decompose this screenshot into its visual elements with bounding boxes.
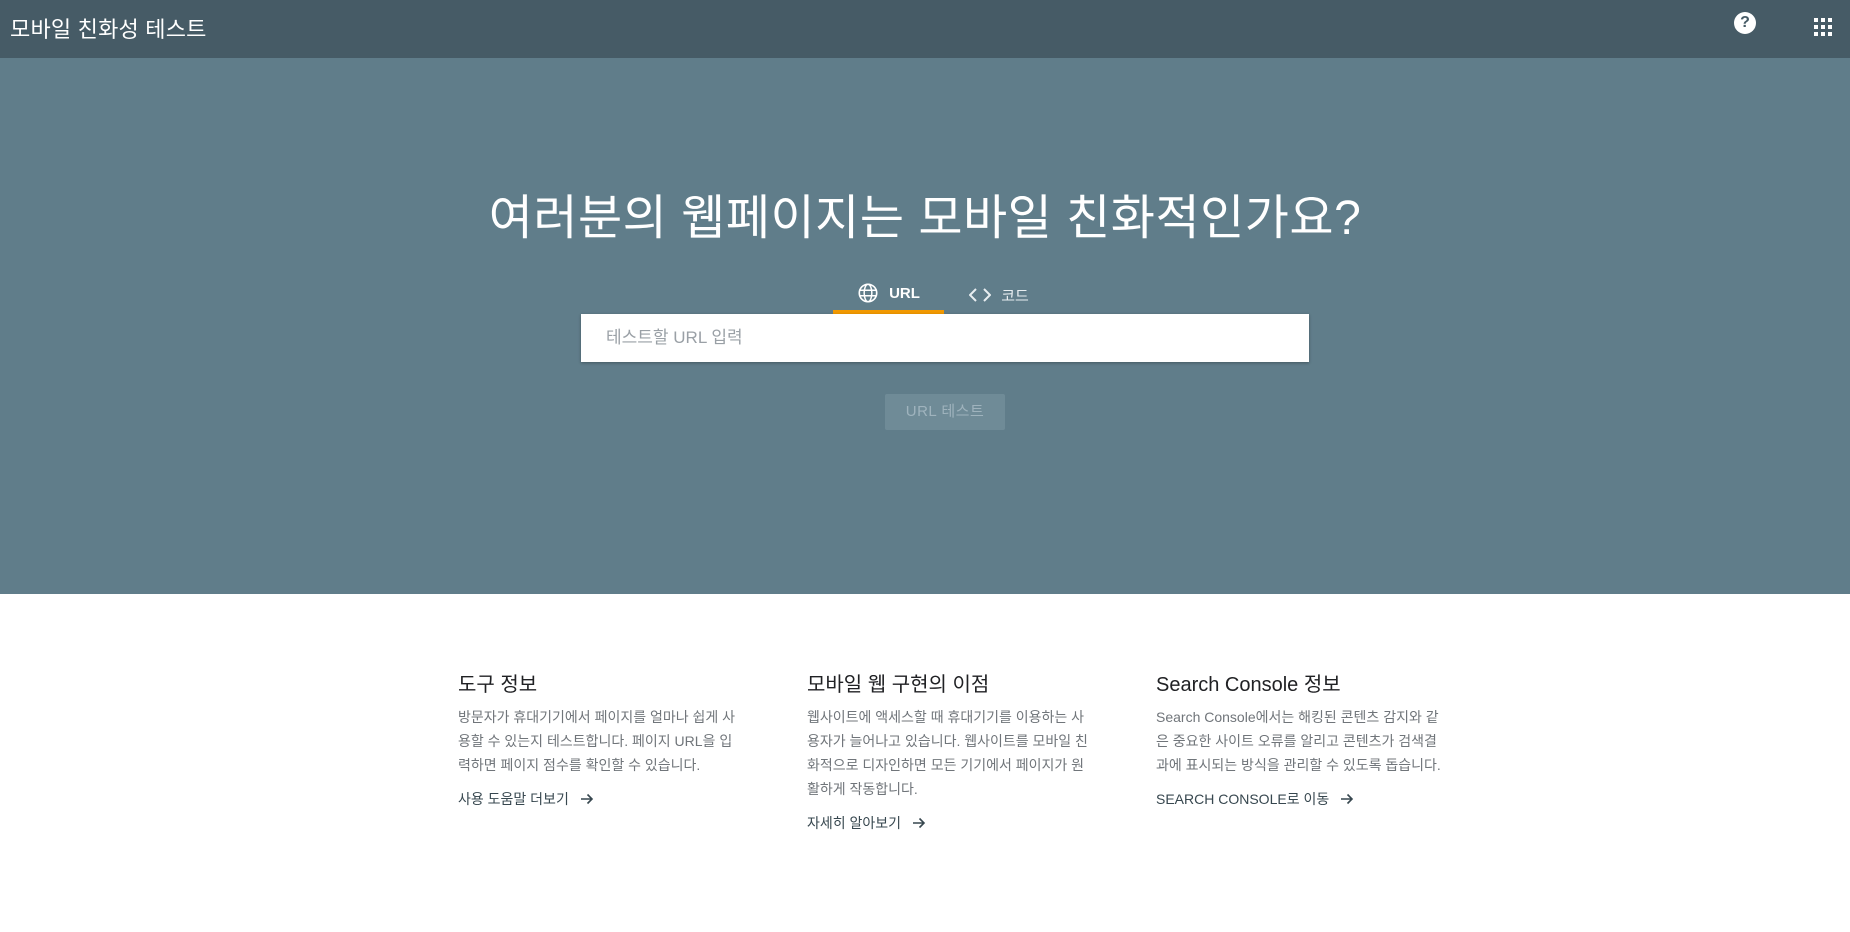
learn-more-link[interactable]: 자세히 알아보기 [807, 813, 927, 833]
info-card-search-console: Search Console 정보 Search Console에서는 해킹된 … [1156, 668, 1441, 809]
info-card-title: Search Console 정보 [1156, 674, 1341, 696]
code-icon [969, 287, 992, 303]
url-input-container [581, 314, 1309, 362]
apps-button[interactable] [1814, 18, 1832, 36]
url-input[interactable] [581, 314, 1309, 362]
tab-url-label: URL [889, 284, 920, 302]
help-icon: ? [1740, 14, 1750, 31]
top-app-bar: 모바일 친화성 테스트 ? [0, 0, 1850, 58]
input-mode-tabs: URL 코드 [833, 276, 1054, 314]
page-heading: 여러분의 웹페이지는 모바일 친화적인가요? [488, 192, 1362, 245]
help-more-link[interactable]: 사용 도움말 더보기 [458, 789, 595, 809]
info-card-tool: 도구 정보 방문자가 휴대기기에서 페이지를 얼마나 쉽게 사용할 수 있는지 … [458, 668, 743, 809]
link-label: 사용 도움말 더보기 [458, 791, 569, 807]
link-label: 자세히 알아보기 [807, 815, 902, 831]
tab-code[interactable]: 코드 [944, 276, 1054, 314]
link-label: SEARCH CONSOLE로 이동 [1156, 791, 1330, 807]
tab-code-label: 코드 [1001, 287, 1029, 305]
arrow-right-icon [579, 791, 595, 807]
info-card-title: 도구 정보 [458, 674, 538, 696]
info-card-title: 모바일 웹 구현의 이점 [807, 674, 990, 696]
hero-section: 여러분의 웹페이지는 모바일 친화적인가요? URL 코드 테스트할 URL 입… [0, 58, 1850, 594]
apps-grid-icon [1814, 18, 1832, 36]
search-console-link[interactable]: SEARCH CONSOLE로 이동 [1156, 789, 1355, 809]
arrow-right-icon [1339, 791, 1355, 807]
info-card-benefits: 모바일 웹 구현의 이점 웹사이트에 액세스할 때 휴대기기를 이용하는 사용자… [807, 668, 1092, 833]
arrow-right-icon [911, 815, 927, 831]
app-title: 모바일 친화성 테스트 [10, 17, 207, 42]
info-card-body: 방문자가 휴대기기에서 페이지를 얼마나 쉽게 사용할 수 있는지 테스트합니다… [458, 709, 736, 773]
info-card-body: 웹사이트에 액세스할 때 휴대기기를 이용하는 사용자가 늘어나고 있습니다. … [807, 709, 1088, 797]
globe-icon [857, 282, 879, 304]
info-card-body: Search Console에서는 해킹된 콘텐츠 감지와 같은 중요한 사이트… [1156, 709, 1441, 773]
tab-url[interactable]: URL [833, 276, 944, 314]
help-button[interactable]: ? [1734, 12, 1756, 34]
test-url-button[interactable]: URL 테스트 [885, 394, 1005, 430]
